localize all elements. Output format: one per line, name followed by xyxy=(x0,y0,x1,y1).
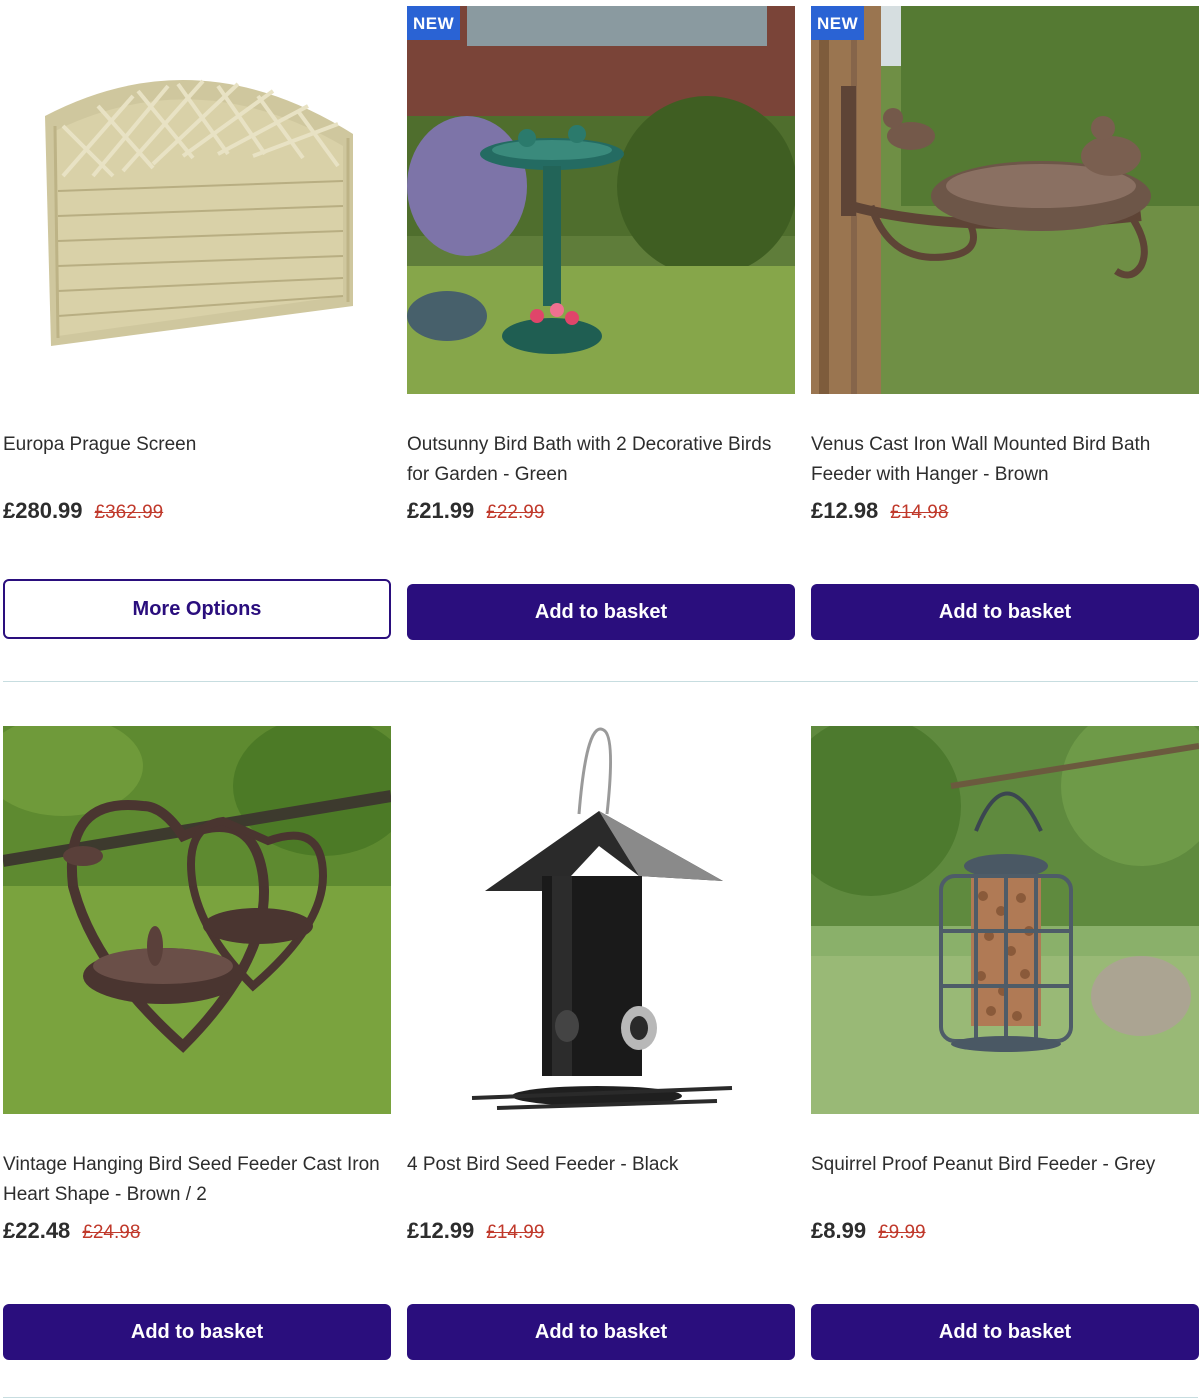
price-block: £12.98 £14.98 xyxy=(811,498,948,530)
product-image[interactable]: NEW xyxy=(407,6,795,394)
product-card: Europa Prague Screen £280.99 £362.99 Mor… xyxy=(3,0,391,640)
original-price: £14.98 xyxy=(890,502,949,523)
product-image[interactable] xyxy=(811,726,1199,1114)
price-block: £8.99 £9.99 xyxy=(811,1218,926,1250)
new-badge: NEW xyxy=(811,6,865,40)
bird-bath-image xyxy=(407,6,795,394)
product-title[interactable]: Squirrel Proof Peanut Bird Feeder - Grey xyxy=(811,1150,1195,1180)
current-price: £280.99 xyxy=(3,498,83,523)
product-title[interactable]: Outsunny Bird Bath with 2 Decorative Bir… xyxy=(407,430,791,490)
current-price: £12.98 xyxy=(811,498,879,523)
price-block: £21.99 £22.99 xyxy=(407,498,544,530)
original-price: £9.99 xyxy=(878,1222,926,1243)
original-price: £22.99 xyxy=(486,502,545,523)
product-title[interactable]: Vintage Hanging Bird Seed Feeder Cast Ir… xyxy=(3,1150,387,1210)
current-price: £8.99 xyxy=(811,1218,867,1243)
add-to-basket-button[interactable]: Add to basket xyxy=(407,584,795,640)
current-price: £22.48 xyxy=(3,1218,71,1243)
product-card: Vintage Hanging Bird Seed Feeder Cast Ir… xyxy=(3,720,391,1360)
product-card: NEW Venus Cast Iron Wall Mounted Bird Ba… xyxy=(811,0,1199,640)
add-to-basket-button[interactable]: Add to basket xyxy=(811,584,1199,640)
current-price: £12.99 xyxy=(407,1218,475,1243)
peanut-feeder-image xyxy=(811,726,1199,1114)
heart-feeder-image xyxy=(3,726,391,1114)
row-divider xyxy=(3,681,1198,682)
product-image[interactable] xyxy=(407,726,795,1114)
product-image[interactable]: NEW xyxy=(811,6,1199,394)
wall-bird-bath-image xyxy=(811,6,1199,394)
product-grid-page: Europa Prague Screen £280.99 £362.99 Mor… xyxy=(0,0,1200,1400)
product-title[interactable]: 4 Post Bird Seed Feeder - Black xyxy=(407,1150,791,1180)
current-price: £21.99 xyxy=(407,498,475,523)
original-price: £14.99 xyxy=(486,1222,545,1243)
add-to-basket-button[interactable]: Add to basket xyxy=(3,1304,391,1360)
product-card: NEW Outsunny Bird Bath with 2 Decorative… xyxy=(407,0,795,640)
seed-feeder-image xyxy=(407,726,795,1114)
product-row: Europa Prague Screen £280.99 £362.99 Mor… xyxy=(0,0,1200,680)
fence-panel-image xyxy=(3,6,391,394)
product-card: 4 Post Bird Seed Feeder - Black £12.99 £… xyxy=(407,720,795,1360)
product-image[interactable] xyxy=(3,6,391,394)
add-to-basket-button[interactable]: Add to basket xyxy=(811,1304,1199,1360)
product-card: Squirrel Proof Peanut Bird Feeder - Grey… xyxy=(811,720,1199,1360)
product-title[interactable]: Venus Cast Iron Wall Mounted Bird Bath F… xyxy=(811,430,1195,490)
row-divider xyxy=(3,1397,1198,1398)
product-title[interactable]: Europa Prague Screen xyxy=(3,430,387,460)
price-block: £12.99 £14.99 xyxy=(407,1218,544,1250)
price-block: £22.48 £24.98 xyxy=(3,1218,140,1250)
price-block: £280.99 £362.99 xyxy=(3,498,163,530)
more-options-button[interactable]: More Options xyxy=(3,579,391,639)
original-price: £362.99 xyxy=(94,502,164,523)
add-to-basket-button[interactable]: Add to basket xyxy=(407,1304,795,1360)
product-image[interactable] xyxy=(3,726,391,1114)
new-badge: NEW xyxy=(407,6,461,40)
original-price: £24.98 xyxy=(82,1222,141,1243)
product-row: Vintage Hanging Bird Seed Feeder Cast Ir… xyxy=(0,720,1200,1400)
